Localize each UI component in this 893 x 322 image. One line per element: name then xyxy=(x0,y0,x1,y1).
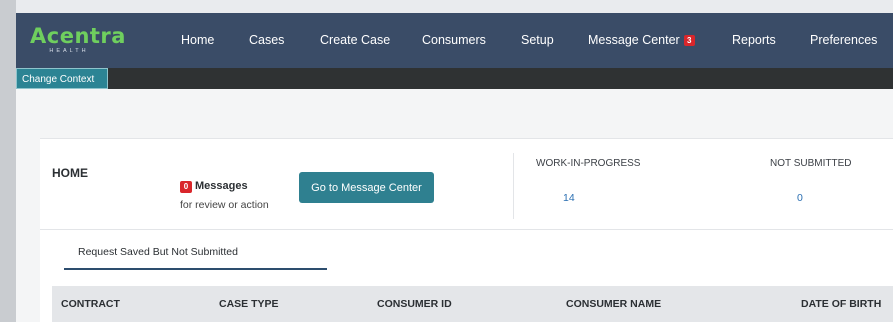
column-header-consumer-id[interactable]: CONSUMER ID xyxy=(377,298,452,310)
change-context-button[interactable]: Change Context xyxy=(16,68,108,89)
not-submitted-count[interactable]: 0 xyxy=(797,192,803,204)
nav-item-consumers[interactable]: Consumers xyxy=(422,33,486,47)
message-count-badge: 3 xyxy=(683,35,695,46)
logo-text: Acentra xyxy=(30,24,126,48)
window-top-frame xyxy=(0,0,893,13)
nav-item-home[interactable]: Home xyxy=(181,33,214,47)
nav-item-reports[interactable]: Reports xyxy=(732,33,776,47)
column-header-case-type[interactable]: CASE TYPE xyxy=(219,298,279,310)
main-content: HOME 0 Messages for review or action Go t… xyxy=(16,89,893,322)
window-left-frame xyxy=(0,0,16,322)
go-to-message-center-button[interactable]: Go to Message Center xyxy=(299,172,434,203)
messages-count-badge: 0 xyxy=(180,181,192,193)
nav-item-preferences[interactable]: Preferences xyxy=(810,33,877,47)
page-title: HOME xyxy=(52,166,88,180)
nav-item-message-center[interactable]: Message Center 3 xyxy=(588,33,695,47)
nav-item-cases[interactable]: Cases xyxy=(249,33,284,47)
nav-item-message-center-label: Message Center xyxy=(588,33,680,47)
not-submitted-label: NOT SUBMITTED xyxy=(770,158,852,169)
tab-label: Request Saved But Not Submitted xyxy=(78,246,238,258)
acentra-logo[interactable]: Acentra HEALTH xyxy=(30,25,130,57)
table-header: CONTRACT CASE TYPE CONSUMER ID CONSUMER … xyxy=(52,286,893,322)
work-in-progress-count[interactable]: 14 xyxy=(563,192,575,204)
messages-subtext: for review or action xyxy=(180,199,269,211)
column-header-contract[interactable]: CONTRACT xyxy=(61,298,120,310)
home-panel: HOME 0 Messages for review or action Go t… xyxy=(40,138,893,322)
top-navbar: Acentra HEALTH Home Cases Create Case Co… xyxy=(16,13,893,68)
tab-request-saved-not-submitted[interactable]: Request Saved But Not Submitted xyxy=(64,230,327,270)
logo-subtext: HEALTH xyxy=(49,48,89,54)
work-in-progress-label: WORK-IN-PROGRESS xyxy=(536,158,641,169)
column-header-date-of-birth[interactable]: DATE OF BIRTH xyxy=(801,298,881,310)
nav-item-create-case[interactable]: Create Case xyxy=(320,33,390,47)
column-header-consumer-name[interactable]: CONSUMER NAME xyxy=(566,298,661,310)
context-bar: Change Context xyxy=(16,68,893,89)
messages-label: Messages xyxy=(195,180,248,192)
stats-divider xyxy=(513,153,514,219)
messages-summary: 0 Messages for review or action xyxy=(180,176,269,211)
nav-item-setup[interactable]: Setup xyxy=(521,33,554,47)
